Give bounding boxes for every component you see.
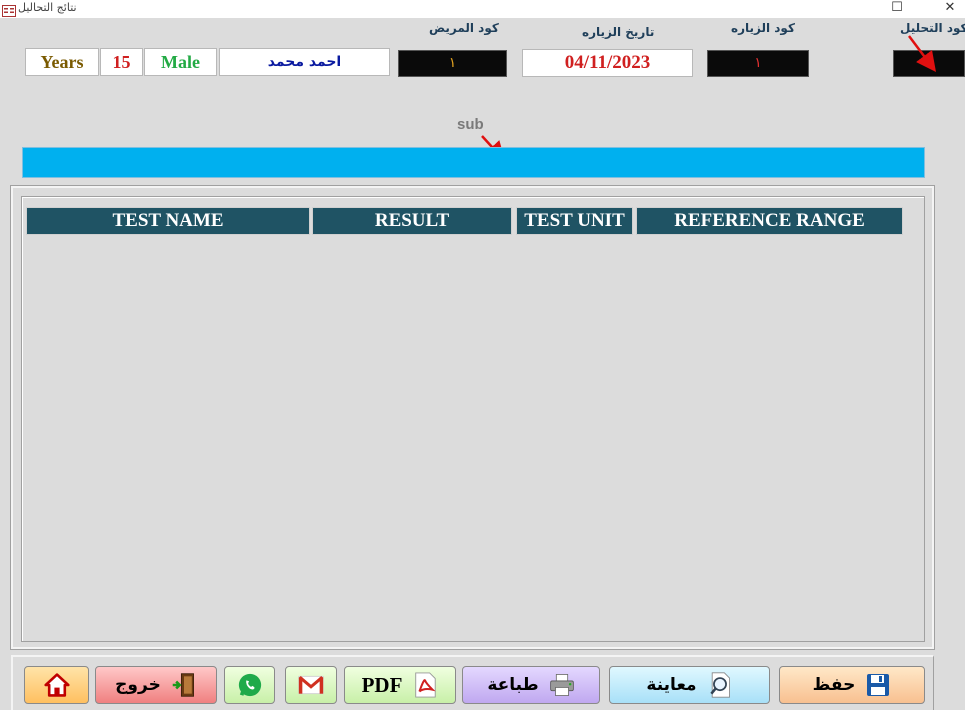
sub-label: sub (457, 116, 484, 133)
whatsapp-icon (237, 672, 263, 698)
age-value: 15 (112, 52, 131, 72)
age-field[interactable]: 15 (100, 48, 143, 76)
patient-code-field[interactable]: ١ (398, 50, 507, 77)
close-button[interactable]: ✕ (935, 0, 965, 18)
exit-button[interactable]: خروج (95, 666, 217, 704)
sub-bar[interactable] (22, 147, 925, 178)
home-button[interactable] (24, 666, 89, 704)
visit-code-value: ١ (754, 56, 762, 72)
visit-date-label: تاريخ الزياره (582, 25, 655, 39)
annotation-arrow-analysis-code (908, 35, 936, 72)
visit-date-value: 04/11/2023 (564, 52, 651, 73)
save-button[interactable]: حفظ (779, 666, 925, 704)
patient-code-value: ١ (448, 56, 457, 72)
header-result: RESULT (312, 207, 512, 235)
age-unit-field: Years (25, 48, 99, 76)
header-test-unit: TEST UNIT (516, 207, 633, 235)
pdf-icon (412, 672, 438, 698)
magnifier-preview-icon (707, 672, 733, 698)
gender-value: Male (161, 52, 200, 72)
analysis-code-label: كود التحليل (900, 21, 965, 35)
print-label: طباعة (487, 675, 539, 695)
title-bar: نتائج التحاليل ☐ ✕ (0, 0, 965, 18)
patient-code-label: كود المريض (429, 21, 499, 35)
window-title-group: نتائج التحاليل (2, 0, 77, 17)
visit-code-field[interactable]: ١ (707, 50, 809, 77)
door-exit-icon (171, 672, 197, 698)
maximize-button[interactable]: ☐ (882, 0, 912, 18)
preview-label: معاينة (646, 675, 697, 695)
visit-date-field[interactable]: 04/11/2023 (522, 49, 693, 77)
print-button[interactable]: طباعة (462, 666, 600, 704)
pdf-label: PDF (361, 672, 403, 697)
results-subform (21, 196, 925, 642)
form-icon (2, 2, 16, 17)
preview-button[interactable]: معاينة (609, 666, 770, 704)
window-title: نتائج التحاليل (18, 0, 77, 14)
age-unit-value: Years (40, 52, 84, 72)
patient-name-value: احمد محمد (267, 54, 342, 70)
floppy-save-icon (865, 672, 891, 698)
save-label: حفظ (812, 675, 856, 695)
gender-field[interactable]: Male (144, 48, 217, 76)
home-icon (43, 672, 70, 698)
visit-code-label: كود الزياره (731, 21, 795, 35)
whatsapp-button[interactable] (224, 666, 275, 704)
exit-label: خروج (115, 675, 161, 695)
header-test-name: TEST NAME (26, 207, 310, 235)
printer-icon (549, 672, 575, 698)
gmail-button[interactable] (285, 666, 337, 704)
patient-name-field[interactable]: احمد محمد (219, 48, 390, 76)
header-reference-range: REFERENCE RANGE (636, 207, 903, 235)
gmail-icon (298, 672, 324, 698)
pdf-button[interactable]: PDF (344, 666, 456, 704)
